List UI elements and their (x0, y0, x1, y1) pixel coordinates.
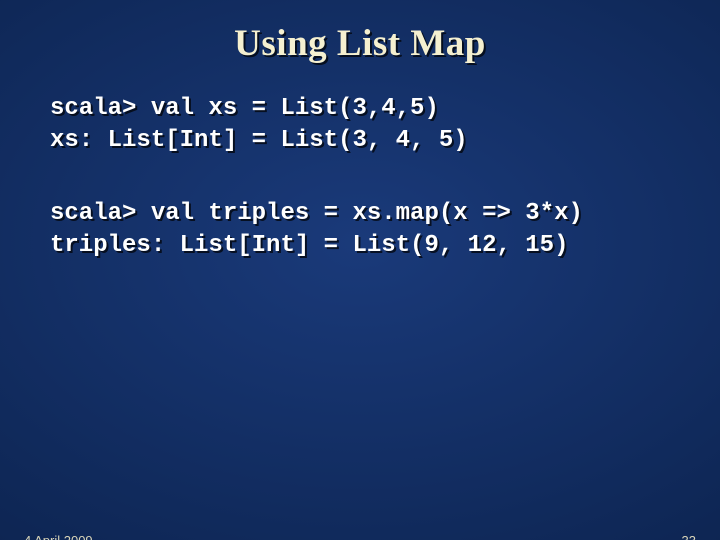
code-line: scala> val xs = List(3,4,5) (50, 95, 439, 122)
code-block-2: scala> val triples = xs.map(x => 3*x) tr… (50, 198, 720, 263)
slide-title: Using List Map (0, 22, 720, 65)
code-line: scala> val triples = xs.map(x => 3*x) (50, 200, 583, 227)
footer-page-number: 33 (682, 533, 696, 540)
code-line: xs: List[Int] = List(3, 4, 5) (50, 127, 468, 154)
code-block-1: scala> val xs = List(3,4,5) xs: List[Int… (50, 93, 720, 158)
footer-date: 4 April 2009 (24, 533, 93, 540)
code-line: triples: List[Int] = List(9, 12, 15) (50, 232, 568, 259)
